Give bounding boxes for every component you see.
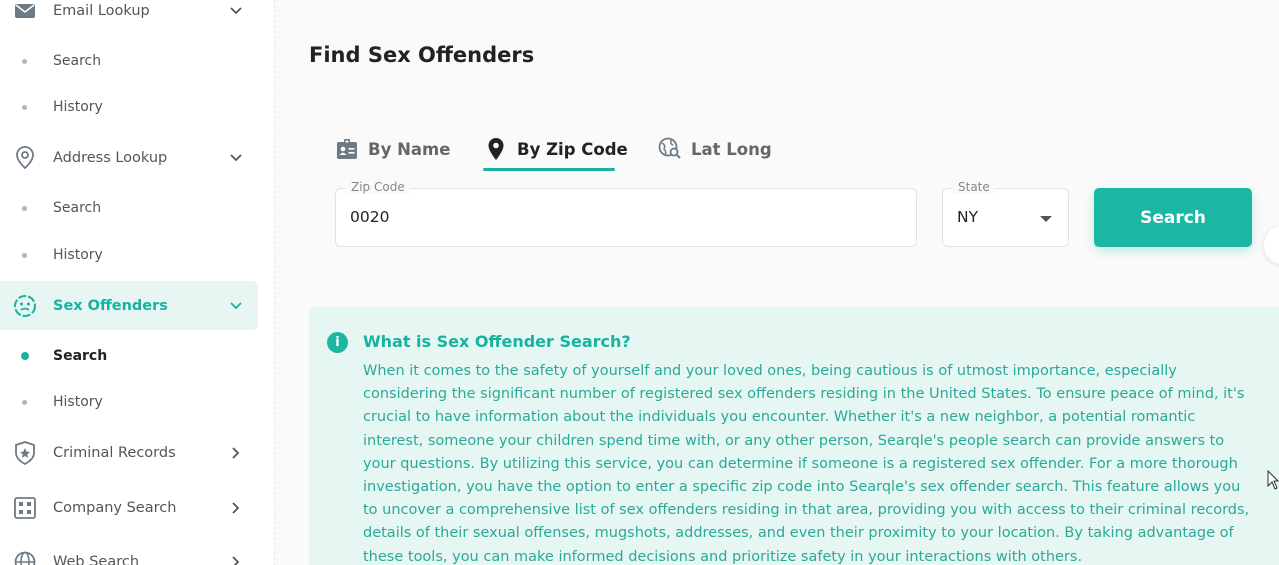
globe-icon (13, 550, 37, 565)
tab-label: By Zip Code (517, 139, 628, 159)
zip-code-input[interactable]: 0020 (350, 208, 389, 226)
envelope-icon (13, 0, 37, 23)
chevron-right-icon (228, 554, 244, 565)
sidebar-subitem-label: Search (53, 348, 108, 364)
sidebar-item-label: Sex Offenders (53, 297, 168, 314)
sidebar-item-address-lookup[interactable]: Address Lookup (0, 133, 258, 182)
zip-code-field[interactable]: Zip Code 0020 (335, 180, 917, 247)
caret-down-icon (1040, 216, 1052, 222)
chevron-down-icon (228, 3, 244, 19)
info-panel: i What is Sex Offender Search? When it c… (309, 307, 1279, 565)
sidebar-item-label: Address Lookup (53, 149, 168, 166)
sidebar-subitem-email-search[interactable]: Search (0, 46, 258, 76)
tab-label: Lat Long (691, 139, 772, 159)
sidebar-subitem-address-history[interactable]: History (0, 240, 258, 270)
sidebar-item-company-search[interactable]: Company Search (0, 483, 258, 532)
bullet-dot-icon (21, 352, 29, 360)
chevron-down-icon (228, 150, 244, 166)
bullet-dot-icon (22, 205, 27, 211)
info-body: When it comes to the safety of yourself … (363, 363, 1250, 565)
zip-code-label: Zip Code (346, 180, 410, 194)
sidebar-subitem-label: History (53, 394, 103, 410)
sidebar-subitem-label: History (53, 247, 103, 263)
state-selected-value: NY (957, 208, 979, 226)
active-tab-indicator (483, 168, 615, 171)
sidebar-item-label: Criminal Records (53, 444, 176, 461)
sidebar-item-label: Web Search (53, 553, 140, 565)
sidebar-subitem-label: Search (53, 53, 102, 69)
bullet-dot-icon (22, 252, 27, 258)
chevron-down-icon (228, 298, 244, 314)
chevron-right-icon (228, 445, 244, 461)
sidebar-subitem-email-history[interactable]: History (0, 92, 258, 122)
location-pin-icon (13, 145, 37, 170)
sidebar-item-criminal-records[interactable]: Criminal Records (0, 428, 258, 477)
sidebar-item-email-lookup[interactable]: Email Lookup (0, 0, 258, 35)
more-options-icon[interactable]: ⋮ (1264, 226, 1279, 264)
map-pin-icon (484, 137, 508, 161)
state-select[interactable]: State NY (942, 180, 1069, 247)
globe-search-icon (658, 137, 682, 161)
sidebar-subitem-label: Search (53, 200, 102, 216)
bullet-dot-icon (22, 399, 27, 405)
sidebar-item-label: Email Lookup (53, 2, 150, 19)
tab-lat-long[interactable]: Lat Long (658, 128, 772, 170)
tab-label: By Name (368, 139, 451, 159)
building-grid-icon (13, 496, 37, 520)
sidebar-subitem-address-search[interactable]: Search (0, 193, 258, 223)
id-badge-icon (335, 137, 359, 161)
face-icon (13, 294, 37, 318)
sidebar-item-label: Company Search (53, 499, 177, 516)
sidebar-subitem-label: History (53, 99, 103, 115)
sidebar-subitem-offenders-search[interactable]: Search (0, 341, 258, 371)
sidebar-subitem-offenders-history[interactable]: History (0, 387, 258, 417)
page-title: Find Sex Offenders (309, 43, 535, 67)
sidebar-item-sex-offenders[interactable]: Sex Offenders (0, 281, 258, 330)
police-badge-icon (13, 440, 37, 465)
sidebar: Email Lookup Search History Address Look… (0, 0, 275, 565)
tab-by-zip-code[interactable]: By Zip Code (484, 128, 628, 170)
tab-by-name[interactable]: By Name (335, 128, 450, 170)
bullet-dot-icon (22, 58, 27, 64)
bullet-dot-icon (22, 104, 27, 110)
info-icon: i (327, 332, 348, 353)
info-title: What is Sex Offender Search? (363, 332, 631, 351)
mouse-cursor-icon (1267, 470, 1279, 490)
chevron-right-icon (228, 500, 244, 516)
search-button[interactable]: Search (1094, 188, 1252, 247)
sidebar-item-web-search[interactable]: Web Search (0, 537, 258, 565)
state-label: State (953, 180, 995, 194)
